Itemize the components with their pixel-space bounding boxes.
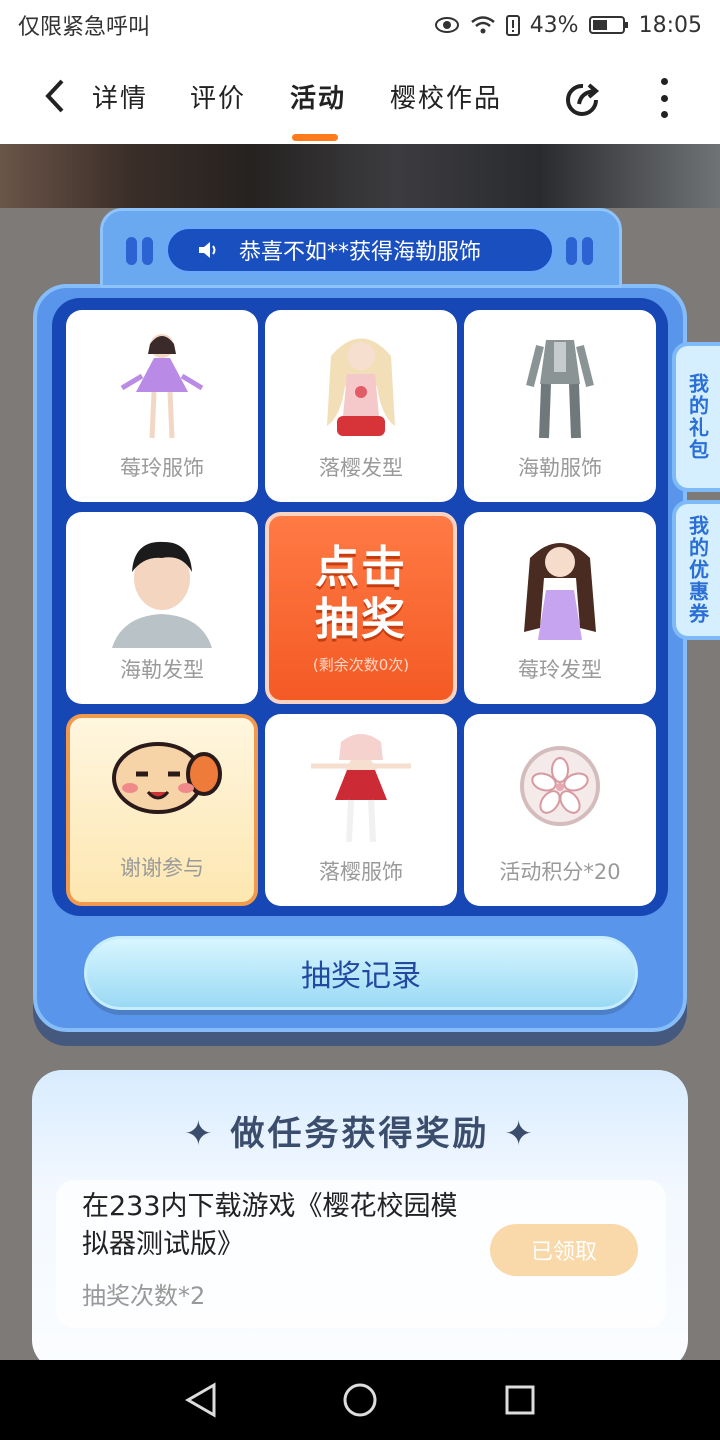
prize-cell: 海勒服饰 xyxy=(464,310,656,502)
dark-hair-boy-figure-icon xyxy=(112,541,212,648)
active-tab-indicator xyxy=(292,134,338,141)
tab-school-works[interactable]: 樱校作品 xyxy=(390,78,502,115)
prize-label: 莓玲服饰 xyxy=(120,456,204,480)
battery-icon xyxy=(588,16,628,34)
thanks-face-icon xyxy=(112,742,222,814)
draw-button[interactable]: 点击 抽奖 (剩余次数0次) xyxy=(265,512,457,704)
ticker-decoration-right xyxy=(566,237,593,265)
back-triangle-icon[interactable] xyxy=(184,1382,218,1418)
my-coupons-tab[interactable]: 我的优惠券 xyxy=(672,500,720,640)
prize-cell: 落樱服饰 xyxy=(265,714,457,906)
red-dress-figure-icon xyxy=(311,734,411,843)
prize-label: 落樱服饰 xyxy=(319,860,403,884)
tab-details[interactable]: 详情 xyxy=(92,78,148,115)
ticker-decoration-left xyxy=(126,237,153,265)
draw-button-line2: 抽奖 xyxy=(315,593,407,645)
prize-label: 谢谢参与 xyxy=(120,856,204,880)
task-title-text: 做任务获得奖励 xyxy=(230,1114,490,1154)
back-button[interactable] xyxy=(40,78,76,114)
prize-label: 活动积分*20 xyxy=(499,860,621,884)
tab-activity[interactable]: 活动 xyxy=(290,78,346,115)
brown-hair-girl-figure-icon xyxy=(524,543,596,640)
draw-record-label: 抽奖记录 xyxy=(301,959,421,994)
activity-banner xyxy=(0,144,720,208)
ticker-text: 恭喜不如**获得海勒服饰 xyxy=(238,240,481,265)
share-button[interactable] xyxy=(563,80,603,120)
task-description: 在233内下载游戏《樱花校园模拟器测试版》 xyxy=(82,1191,458,1260)
wifi-icon xyxy=(470,16,495,34)
prize-cell: 落樱发型 xyxy=(265,310,457,502)
carrier-text: 仅限紧急呼叫 xyxy=(18,15,151,40)
claimed-button[interactable]: 已领取 xyxy=(490,1224,638,1276)
task-reward: 抽奖次数*2 xyxy=(82,1282,206,1310)
blonde-hair-figure-icon xyxy=(327,338,395,436)
sparkle-icon: ✦ xyxy=(184,1114,231,1154)
prize-label: 海勒发型 xyxy=(120,658,204,682)
battery-alert-icon xyxy=(505,15,520,36)
recents-square-icon[interactable] xyxy=(504,1382,536,1418)
dot-icon xyxy=(660,111,668,118)
winner-ticker: 恭喜不如**获得海勒服饰 xyxy=(165,226,555,274)
dot-icon xyxy=(660,94,668,102)
battery-percent: 43% xyxy=(529,12,579,38)
top-nav: 详情 评价 活动 樱校作品 xyxy=(0,50,720,144)
prize-cell: 活动积分*20 xyxy=(464,714,656,906)
task-section-title: ✦ 做任务获得奖励 ✦ xyxy=(0,1106,720,1155)
prize-label: 海勒服饰 xyxy=(518,456,602,480)
status-icons: 43% 18:05 xyxy=(434,13,702,38)
prize-cell: 海勒发型 xyxy=(66,512,258,704)
remaining-draws: (剩余次数0次) xyxy=(312,655,410,674)
purple-dress-figure-icon xyxy=(120,334,204,439)
speaker-icon xyxy=(197,239,219,266)
sakura-coin-icon xyxy=(520,746,600,826)
share-icon xyxy=(566,83,600,116)
draw-record-button[interactable]: 抽奖记录 xyxy=(84,936,638,1010)
prize-cell: 莓玲服饰 xyxy=(66,310,258,502)
my-gifts-tab[interactable]: 我的礼包 xyxy=(672,342,720,492)
prize-label: 莓玲发型 xyxy=(518,658,602,682)
chevron-left-icon xyxy=(45,79,64,113)
prize-label: 落樱发型 xyxy=(319,456,403,480)
tab-reviews[interactable]: 评价 xyxy=(190,78,246,115)
prize-cell-selected: 谢谢参与 xyxy=(66,714,258,906)
draw-button-line1: 点击 xyxy=(315,541,407,593)
eye-icon xyxy=(434,17,459,33)
dot-icon xyxy=(660,78,668,85)
prize-cell: 莓玲发型 xyxy=(464,512,656,704)
sparkle-icon: ✦ xyxy=(489,1114,536,1154)
grey-suit-figure-icon xyxy=(526,340,594,439)
more-menu-button[interactable] xyxy=(652,78,676,118)
status-bar: 仅限紧急呼叫 43% 18:05 xyxy=(0,0,720,50)
clock: 18:05 xyxy=(638,12,702,38)
home-circle-icon[interactable] xyxy=(342,1382,378,1418)
